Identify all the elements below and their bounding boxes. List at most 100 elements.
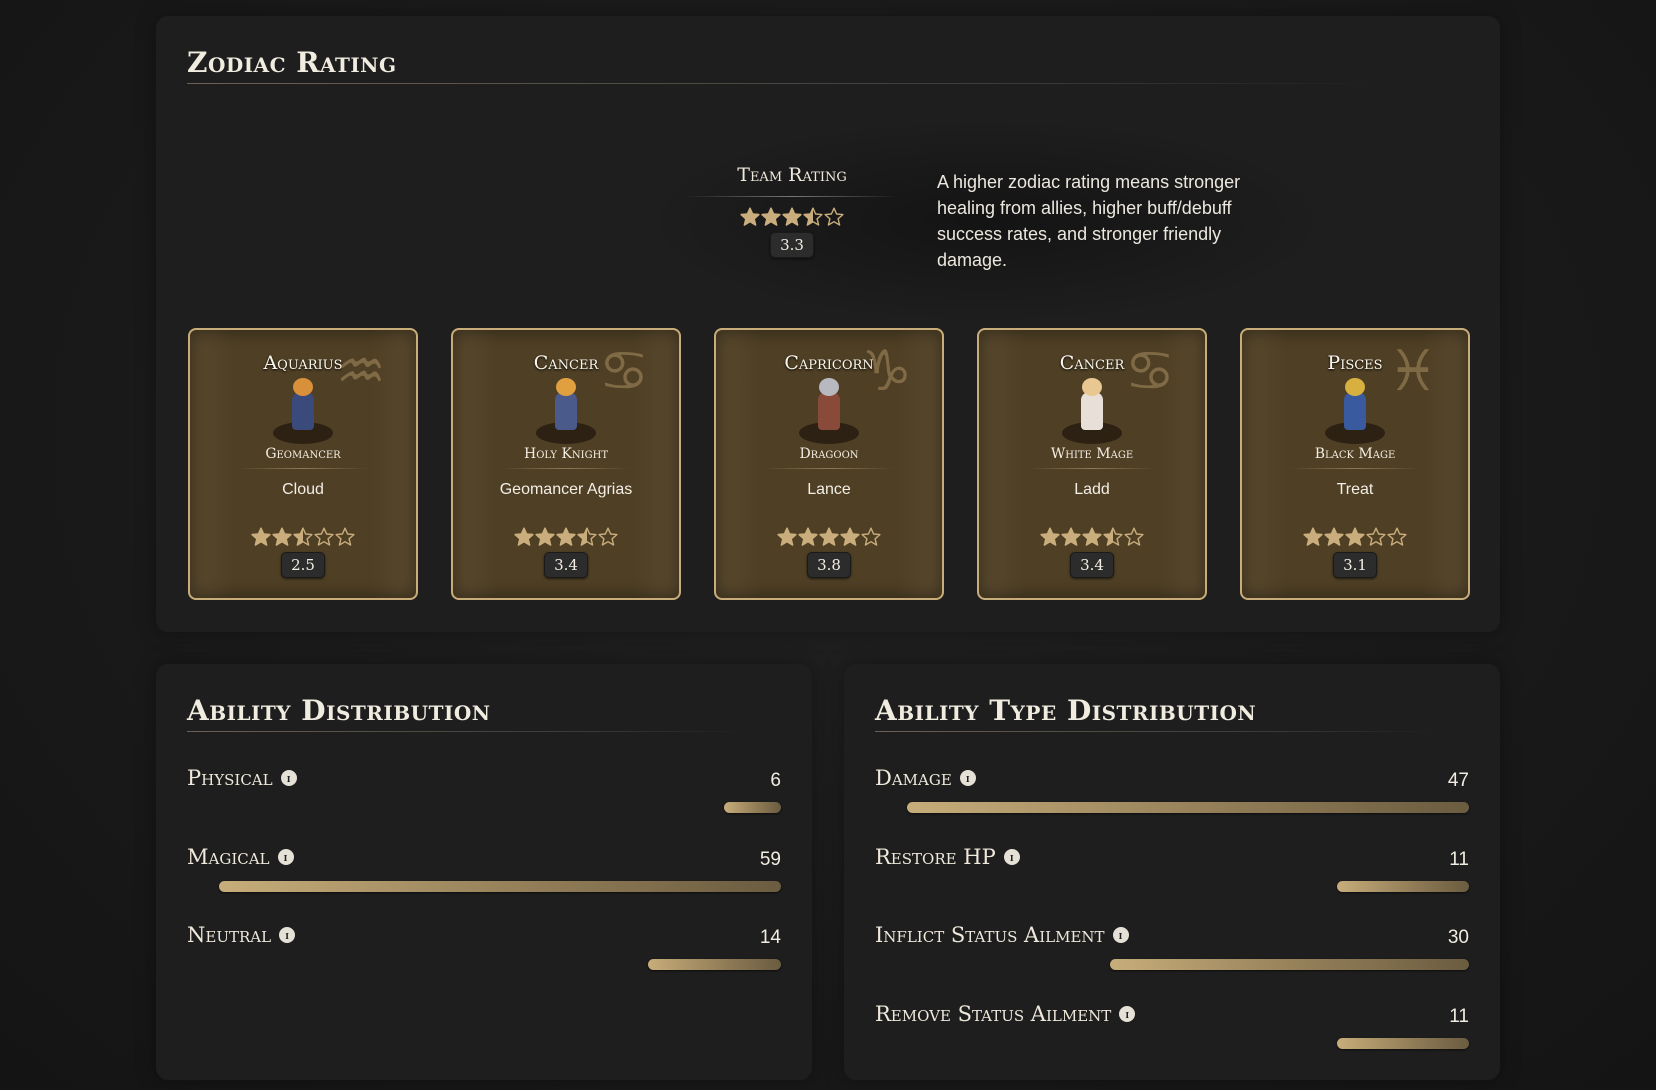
dist-row: Inflict Status Ailment i 30 [875,923,1469,983]
unit-job: Dragoon [764,446,894,469]
star-full-icon [777,527,797,547]
dist-bar [647,959,781,970]
star-empty-icon [861,527,881,547]
unit-rating-value: 2.5 [281,552,325,578]
star-empty-icon [1124,527,1144,547]
team-rating-label: Team Rating [686,164,898,197]
dist-value: 14 [759,927,781,948]
zodiac-cards: ♒ Aquarius Geomancer Cloud 2.5 ♋ Cancer … [188,328,1470,600]
dist-label: Damage [875,766,952,790]
star-full-icon [251,527,271,547]
dist-bar [907,802,1469,813]
zodiac-sign: Capricorn [784,352,874,374]
dist-row: Remove Status Ailment i 11 [875,1002,1469,1062]
dist-row: Neutral i 14 [187,923,781,983]
zodiac-rating-panel: Zodiac Rating Team Rating 3.3 A higher z… [156,16,1500,632]
dist-value: 30 [1447,927,1469,948]
unit-card[interactable]: ♓ Pisces Black Mage Treat 3.1 [1240,328,1470,600]
dist-label: Restore HP [875,845,996,869]
unit-card[interactable]: ♋ Cancer Holy Knight Geomancer Agrias 3.… [451,328,681,600]
unit-rating-value: 3.1 [1333,552,1377,578]
star-empty-icon [598,527,618,547]
info-icon[interactable]: i [1112,927,1129,943]
dist-bar [1110,959,1469,970]
star-full-icon [740,207,760,227]
ability-type-distribution-panel: Ability Type Distribution Damage i 47 Res… [844,664,1500,1080]
info-icon[interactable]: i [1003,849,1020,865]
star-empty-icon [335,527,355,547]
dist-row: Restore HP i 11 [875,845,1469,905]
star-half-icon [577,527,597,547]
info-icon[interactable]: i [279,927,296,943]
unit-card[interactable]: ♋ Cancer White Mage Ladd 3.4 [977,328,1207,600]
star-full-icon [514,527,534,547]
star-full-icon [798,527,818,547]
star-full-icon [1324,527,1344,547]
unit-name: Lance [807,481,851,498]
unit-card[interactable]: ♒ Aquarius Geomancer Cloud 2.5 [188,328,418,600]
star-empty-icon [314,527,334,547]
star-empty-icon [1366,527,1386,547]
dist-row: Physical i 6 [187,766,781,826]
zodiac-sign: Cancer [533,352,599,374]
dist-label: Inflict Status Ailment [875,923,1105,947]
ability-distribution-panel: Ability Distribution Physical i 6 Magical… [156,664,812,1080]
star-half-icon [1103,527,1123,547]
info-icon[interactable]: i [277,849,294,865]
dist-label: Remove Status Ailment [875,1002,1112,1026]
unit-name: Ladd [1074,481,1110,498]
zodiac-sign: Aquarius [263,352,343,374]
unit-rating-stars [453,527,679,547]
zodiac-sign: Cancer [1059,352,1125,374]
star-full-icon [1040,527,1060,547]
unit-sprite [794,376,864,444]
zodiac-rating-title: Zodiac Rating [187,46,1387,84]
star-full-icon [782,207,802,227]
team-rating-stars [686,207,898,227]
info-icon[interactable]: i [959,770,976,786]
unit-rating-stars [190,527,416,547]
star-empty-icon [824,207,844,227]
dist-bar [1337,1038,1469,1049]
unit-job: Black Mage [1290,446,1420,469]
dist-row: Magical i 59 [187,845,781,905]
unit-job: Holy Knight [501,446,631,469]
dist-value: 47 [1447,770,1469,791]
ability-type-distribution-title: Ability Type Distribution [875,694,1435,732]
dist-label: Magical [187,845,270,869]
info-icon[interactable]: i [280,770,297,786]
star-full-icon [272,527,292,547]
unit-name: Treat [1336,481,1374,498]
star-full-icon [1082,527,1102,547]
dist-label: Physical [187,766,273,790]
unit-rating-value: 3.8 [807,552,851,578]
zodiac-sign: Pisces [1327,352,1383,374]
dist-bar [1337,881,1469,892]
unit-sprite [1320,376,1390,444]
unit-job: White Mage [1027,446,1157,469]
team-rating-description: A higher zodiac rating means stronger he… [937,172,1241,270]
star-full-icon [535,527,555,547]
unit-rating-stars [716,527,942,547]
unit-card[interactable]: ♑ Capricorn Dragoon Lance 3.8 [714,328,944,600]
star-full-icon [1061,527,1081,547]
unit-sprite [531,376,601,444]
star-full-icon [761,207,781,227]
info-icon[interactable]: i [1119,1006,1136,1022]
unit-rating-stars [1242,527,1468,547]
unit-sprite [268,376,338,444]
unit-name: Cloud [282,481,324,498]
star-half-icon [803,207,823,227]
team-rating-value: 3.3 [770,232,814,258]
dist-bar [219,881,781,892]
star-full-icon [556,527,576,547]
dist-value: 59 [759,849,781,870]
dist-label: Neutral [187,923,272,947]
unit-rating-value: 3.4 [544,552,588,578]
star-full-icon [840,527,860,547]
dist-row: Damage i 47 [875,766,1469,826]
star-half-icon [293,527,313,547]
team-rating: Team Rating 3.3 [686,164,898,258]
dist-bar [723,802,781,813]
dist-value: 11 [1449,849,1469,870]
